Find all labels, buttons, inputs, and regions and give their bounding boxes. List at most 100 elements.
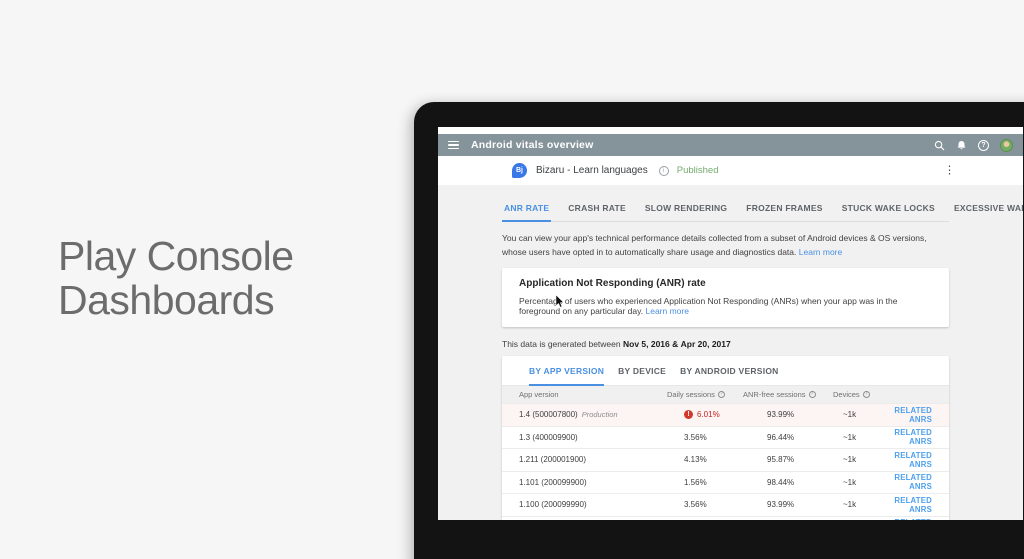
related-anrs-link[interactable]: RELATED ANRS: [894, 406, 932, 424]
learn-more-link[interactable]: Learn more: [799, 247, 842, 257]
app-bar-actions: ?: [934, 138, 1017, 152]
tab-excessive-wakeups[interactable]: EXCESSIVE WAKEUPS: [952, 203, 1023, 221]
tab-by-device[interactable]: BY DEVICE: [618, 366, 666, 385]
help-icon[interactable]: ?: [717, 391, 725, 399]
anr-free-sessions-value: 98.44%: [767, 477, 795, 487]
anr-free-sessions-cell: 93.99%: [743, 410, 831, 419]
actions-cell: RELATED ANRS: [888, 451, 949, 469]
table-row: 1.3 (400009900) 3.56% 96.44% ~1k RELATED ANR…: [502, 425, 949, 449]
column-header-app-version: App version: [502, 390, 665, 399]
anr-card-description: Percentage of users who experienced Appl…: [519, 296, 898, 317]
devices-value: ~1k: [843, 500, 857, 510]
anr-free-sessions-value: 93.99%: [767, 500, 795, 510]
anr-card-title: Application Not Responding (ANR) rate: [519, 278, 706, 290]
tab-anr-rate[interactable]: ANR RATE: [502, 203, 552, 222]
menu-icon[interactable]: [448, 140, 459, 150]
app-version: 1.3 (400009900): [519, 432, 578, 442]
anr-rate-card: Application Not Responding (ANR) rate Pe…: [502, 268, 949, 328]
devices-value: ~1k: [843, 432, 857, 442]
actions-cell: RELATED ANRS: [888, 518, 949, 520]
avatar[interactable]: [1000, 138, 1013, 152]
daily-sessions-value: 4.13%: [684, 455, 707, 465]
help-icon[interactable]: ?: [862, 391, 870, 399]
app-version: 1.4 (500007800): [519, 410, 578, 420]
column-label: ANR-free sessions: [743, 390, 806, 400]
anr-free-sessions-value: 96.44%: [767, 432, 795, 442]
app-bar: Android vitals overview ?: [438, 134, 1023, 156]
data-range-end: Apr 20, 2017: [680, 339, 731, 350]
daily-sessions-value: 3.56%: [684, 432, 707, 442]
related-anrs-link[interactable]: RELATED ANRS: [894, 473, 932, 491]
data-range-note: This data is generated between Nov 5, 20…: [502, 339, 949, 349]
track-label: Production: [581, 410, 618, 420]
anr-free-sessions-cell: 98.44%: [743, 478, 831, 487]
kebab-menu-icon[interactable]: ⋮: [944, 165, 955, 176]
help-icon[interactable]: ?: [978, 139, 989, 151]
data-range-prefix: This data is generated between: [502, 339, 621, 350]
daily-sessions-value: 1.56%: [684, 477, 707, 487]
anr-free-sessions-value: 95.87%: [767, 455, 795, 465]
devices-cell: ~1k: [831, 410, 888, 419]
tab-frozen-frames[interactable]: FROZEN FRAMES: [744, 203, 824, 221]
app-version-cell: 1.4 (500007800) Production: [502, 410, 665, 419]
notifications-icon[interactable]: [956, 140, 967, 151]
laptop-screen: Android vitals overview ? Bj Bizaru - Le…: [438, 127, 1023, 520]
daily-sessions-cell: 3.56%: [665, 500, 743, 509]
column-label: Devices: [833, 390, 860, 400]
table-row: 1.101 (200099900) 1.56% 98.44% ~1k RELATED A…: [502, 470, 949, 494]
table-row: 1.050 (10005000)4.13%96.44%~1kRELATED AN…: [502, 515, 949, 520]
anr-free-sessions-cell: 93.99%: [743, 500, 831, 509]
slide-title-line2: Dashboards: [58, 277, 275, 323]
learn-more-link[interactable]: Learn more: [646, 306, 689, 316]
related-anrs-link[interactable]: RELATED ANRS: [894, 496, 932, 514]
data-range-separator: &: [672, 339, 679, 350]
tab-by-app-version[interactable]: BY APP VERSION: [529, 366, 605, 387]
related-anrs-link[interactable]: RELATED ANRS: [894, 451, 932, 469]
table-tabs: BY APP VERSION BY DEVICE BY ANDROID VERSIO…: [502, 356, 949, 387]
devices-value: ~1k: [843, 477, 857, 487]
data-range-start: Nov 5, 2016: [622, 339, 670, 350]
daily-sessions-cell: 1.56%: [665, 478, 743, 487]
app-version: 1.101 (200099900): [519, 477, 587, 487]
intro-text: You can view your app's technical perfor…: [502, 232, 949, 259]
actions-cell: RELATED ANRS: [888, 496, 949, 514]
daily-sessions-value: 6.01%: [697, 410, 720, 420]
error-icon: !: [684, 410, 693, 420]
slide-title-line1: Play Console: [58, 233, 294, 279]
table-header: App version Daily sessions? ANR-free sessi…: [502, 386, 949, 404]
anr-free-sessions-value: 93.99%: [767, 410, 795, 420]
devices-cell: ~1k: [831, 478, 888, 487]
devices-value: ~1k: [843, 455, 857, 465]
daily-sessions-cell: 4.13%: [665, 455, 743, 464]
intro-body: You can view your app's technical perfor…: [502, 233, 927, 257]
tab-by-android-version[interactable]: BY ANDROID VERSION: [680, 366, 779, 385]
related-anrs-link[interactable]: RELATED ANRS: [894, 428, 932, 446]
app-version: 1.100 (200099990): [519, 500, 587, 510]
app-header: Bj Bizaru - Learn languages i Published …: [438, 156, 1023, 185]
column-label: App version: [519, 390, 559, 400]
table-row: 1.4 (500007800) Production! 6.01% 93.99% ~1k…: [502, 403, 949, 426]
daily-sessions-value: 3.56%: [684, 500, 707, 510]
anr-free-sessions-cell: 95.87%: [743, 455, 831, 464]
info-icon[interactable]: i: [658, 165, 669, 176]
daily-sessions-cell: 3.56%: [665, 433, 743, 442]
anr-table-card: BY APP VERSION BY DEVICE BY ANDROID VERSIO…: [502, 356, 949, 520]
column-header-devices: Devices?: [831, 390, 888, 399]
actions-cell: RELATED ANRS: [888, 406, 949, 424]
related-anrs-link[interactable]: RELATED ANRS: [894, 518, 932, 520]
devices-value: ~1k: [843, 410, 857, 420]
search-icon[interactable]: [934, 140, 945, 151]
column-header-anr-free-sessions: ANR-free sessions?: [743, 390, 831, 399]
app-version-cell: 1.211 (200001900): [502, 455, 665, 464]
table-row: 1.211 (200001900) 4.13% 95.87% ~1k RELATED A…: [502, 448, 949, 471]
actions-cell: RELATED ANRS: [888, 428, 949, 446]
app-version-cell: 1.101 (200099900): [502, 478, 665, 487]
app-version-cell: 1.100 (200099990): [502, 500, 665, 509]
help-icon[interactable]: ?: [808, 391, 816, 399]
vitals-tabs: ANR RATE CRASH RATE SLOW RENDERING FROZEN F…: [502, 203, 1023, 222]
status-badge: Published: [676, 165, 719, 176]
tab-slow-rendering[interactable]: SLOW RENDERING: [643, 203, 729, 221]
mouse-cursor: [556, 295, 564, 308]
tab-stuck-wake-locks[interactable]: STUCK WAKE LOCKS: [840, 203, 937, 221]
tab-crash-rate[interactable]: CRASH RATE: [566, 203, 628, 221]
